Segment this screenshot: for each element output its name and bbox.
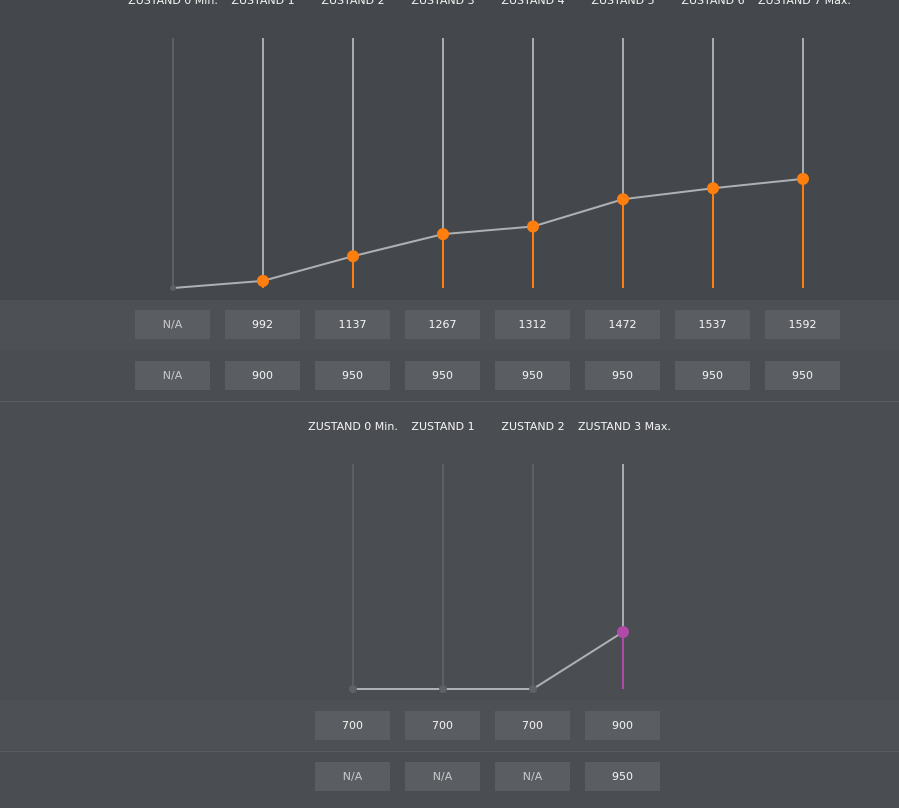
value-cell: 700 (405, 711, 480, 740)
value-cell: N/A (315, 762, 390, 791)
data-point (617, 626, 629, 638)
data-point (349, 685, 357, 693)
chart-svg (349, 464, 629, 693)
value-cell: 700 (315, 711, 390, 740)
data-point (439, 685, 447, 693)
value-cell: 900 (585, 711, 660, 740)
value-cell: 950 (585, 762, 660, 791)
value-cell: N/A (405, 762, 480, 791)
series-line (353, 631, 624, 690)
data-point (529, 685, 537, 693)
value-cell: N/A (495, 762, 570, 791)
value-cell: 700 (495, 711, 570, 740)
